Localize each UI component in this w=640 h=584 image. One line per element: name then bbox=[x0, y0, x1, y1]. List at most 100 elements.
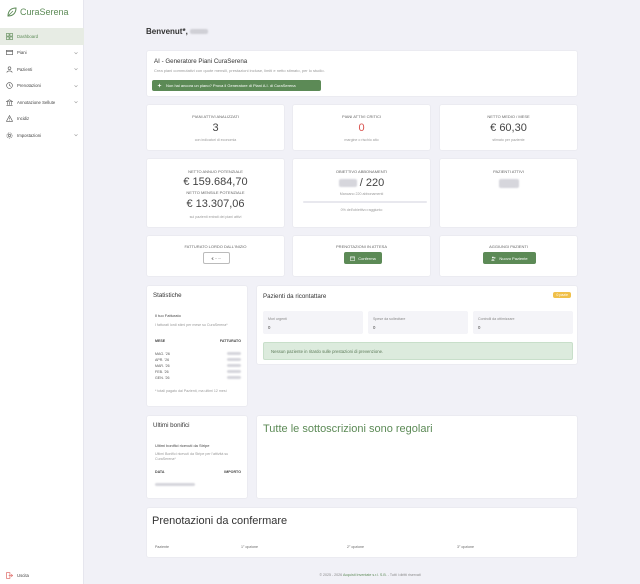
stat-obiettivo: OBIETTIVO ABBONAMENTI / 220 Mancano 220 … bbox=[292, 158, 431, 228]
sidebar-item-dashboard[interactable]: Dashboard bbox=[0, 28, 84, 45]
status-badge: 0 pazie bbox=[553, 292, 571, 298]
section-note: * totali pagato dai Pazienti, ma ultimi … bbox=[155, 389, 227, 393]
ai-button-label: Non hai ancora un piano? Prova il Genera… bbox=[166, 83, 296, 88]
metric-value: 0 bbox=[268, 325, 271, 330]
stat-value: € 159.684,70 bbox=[183, 176, 248, 188]
conferma-label: Conferma bbox=[358, 255, 376, 261]
stat-value: € 60,30 bbox=[490, 122, 527, 134]
footer-link[interactable]: Acquisti Inventate s.r.l. S.B. bbox=[343, 573, 387, 577]
row-month: APR. '26 bbox=[155, 358, 170, 362]
section-desc: I fatturati lordi stimi per mese su Cura… bbox=[155, 323, 228, 327]
sidebar-item-piani[interactable]: Piani bbox=[0, 45, 84, 62]
table-row: MAG. '26 bbox=[155, 352, 241, 356]
chevron-down-icon bbox=[74, 68, 78, 71]
card-icon bbox=[6, 49, 13, 56]
sidebar-item-pazienti[interactable]: Pazienti bbox=[0, 61, 84, 78]
stat-label: PAZIENTI ATTIVI bbox=[493, 169, 524, 174]
stat-value: 0 bbox=[358, 122, 365, 134]
stat-sub: sui pazienti entrati dei piani attivi bbox=[189, 215, 242, 219]
row-month: FEB. '26 bbox=[155, 370, 169, 374]
ai-generator-button[interactable]: Non hai ancora un piano? Prova il Genera… bbox=[152, 80, 321, 91]
ricontattare-card: Pazienti da ricontattare 0 pazie Mori ur… bbox=[256, 285, 578, 365]
sidebar-item-label: Prenotazioni bbox=[17, 83, 41, 89]
user-name-redacted bbox=[189, 29, 208, 34]
stat-label: OBIETTIVO ABBONAMENTI bbox=[335, 169, 388, 174]
logout-button[interactable]: Uscita bbox=[6, 572, 29, 579]
sidebar-item-label: Incidiz bbox=[17, 116, 30, 122]
metric-box: Spese da sollecitare 0 bbox=[368, 311, 468, 334]
section-subtitle: Ultimi bonifici ricevuti da Stripe bbox=[155, 443, 210, 448]
stat-label: PIANI ATTIVI ANALIZZATI bbox=[192, 114, 239, 119]
col-data: DATA bbox=[155, 470, 165, 474]
progress-bar bbox=[303, 201, 427, 203]
stat-netto-medio: NETTO MEDIO / MESE € 60,30 stimato per p… bbox=[439, 104, 578, 151]
sidebar-item-prenotazioni[interactable]: Prenotazioni bbox=[0, 78, 84, 95]
stat-label-secondary: NETTO MENSILE POTENZIALE bbox=[186, 190, 245, 195]
section-title: Statistiche bbox=[153, 292, 182, 299]
stat-label: PIANI ATTIVI CRITICI bbox=[341, 114, 382, 119]
prenotazioni-card: Prenotazioni da confermare Paziente 1° o… bbox=[146, 507, 578, 558]
sidebar-item-label: Dashboard bbox=[17, 33, 39, 39]
stat-label: NETTO MEDIO / MESE bbox=[487, 114, 530, 119]
redacted-row bbox=[155, 482, 195, 488]
row-month: MAG. '26 bbox=[155, 352, 170, 356]
section-title: Tutte le sottoscrizioni sono regolari bbox=[263, 423, 433, 435]
user-icon bbox=[6, 66, 13, 73]
footer: © 2025 - 2026 Acquisti Inventate s.r.l. … bbox=[250, 573, 490, 577]
col-fatturato: FATTURATO bbox=[219, 339, 241, 343]
sidebar-nav: Dashboard Piani Pazienti Prenotazioni An… bbox=[0, 28, 84, 144]
conferma-button[interactable]: Conferma bbox=[344, 252, 382, 264]
stat-label: NETTO ANNUO POTENZIALE bbox=[188, 169, 243, 174]
leaf-icon bbox=[7, 7, 17, 17]
page-title: Benvenut*, bbox=[146, 27, 208, 36]
section-title: Prenotazioni da confermare bbox=[152, 515, 288, 527]
table-row: GEN. '26 bbox=[155, 376, 241, 380]
metric-label: Spese da sollecitare bbox=[373, 317, 406, 321]
statistiche-card: Statistiche Il tuo Fatturato I fatturati… bbox=[146, 285, 248, 407]
add-user-icon bbox=[491, 256, 497, 261]
stat-sub: Mancano 220 abbonamenti bbox=[339, 192, 384, 196]
welcome-text: Benvenut*, bbox=[146, 27, 188, 36]
redacted-value bbox=[227, 352, 241, 355]
redacted-value bbox=[338, 179, 357, 188]
metric-label: Controlli da ottimizzare bbox=[478, 317, 515, 321]
logout-icon bbox=[6, 572, 13, 579]
sidebar-item-label: Annotazione Sellute bbox=[17, 99, 56, 105]
table-header: DATA IMPORTO bbox=[155, 470, 241, 474]
redacted-value bbox=[499, 179, 519, 190]
sidebar: CuraSerena Dashboard Piani Pazienti Pren… bbox=[0, 0, 84, 584]
table-row: MAR. '26 bbox=[155, 364, 241, 368]
redacted-value bbox=[227, 376, 241, 379]
brand-name: CuraSerena bbox=[20, 7, 69, 17]
nuovo-paziente-button[interactable]: Nuovo Paziente bbox=[483, 252, 536, 264]
stat-value-secondary: € 13.307,06 bbox=[186, 198, 245, 210]
section-desc: Ultimi Bonifici ricevuti da Stripe per l… bbox=[155, 452, 229, 461]
stat-label: FATTURATO LORDO DALL'INIZIO bbox=[184, 244, 247, 249]
sottoscrizioni-card: Tutte le sottoscrizioni sono regolari bbox=[256, 415, 578, 499]
sidebar-item-incidiz[interactable]: Incidiz bbox=[0, 111, 84, 128]
sidebar-item-label: Piani bbox=[17, 50, 27, 56]
dashboard-icon bbox=[6, 32, 13, 40]
metric-box: Controlli da ottimizzare 0 bbox=[473, 311, 573, 334]
redacted-value bbox=[227, 364, 241, 367]
brand-logo[interactable]: CuraSerena bbox=[6, 6, 69, 18]
logout-label: Uscita bbox=[17, 573, 29, 578]
stat-pazienti-attivi: PAZIENTI ATTIVI bbox=[439, 158, 578, 228]
stat-sub: margine o rischio alto bbox=[344, 138, 379, 142]
footer-copyright: © 2025 - 2026 bbox=[319, 573, 343, 577]
stat-value-row: / 220 bbox=[293, 177, 430, 189]
ai-subtitle: Crea piani commutativi con quote mensili… bbox=[154, 68, 325, 73]
sidebar-item-label: Impostazioni bbox=[17, 132, 42, 138]
row-month: GEN. '26 bbox=[155, 376, 170, 380]
ai-title: AI - Generatore Piani CuraSerena bbox=[154, 58, 248, 65]
column-header: 3° opzione bbox=[457, 545, 475, 549]
nuovo-paziente-label: Nuovo Paziente bbox=[499, 255, 528, 261]
stat-label: AGGIUNGI PAZIENTI bbox=[489, 244, 528, 249]
stat-sub: stimato per paziente bbox=[492, 138, 525, 142]
sidebar-item-annotazione[interactable]: Annotazione Sellute bbox=[0, 94, 84, 111]
row-month: MAR. '26 bbox=[155, 364, 170, 368]
fatturato-button[interactable]: € ····· bbox=[203, 252, 230, 264]
sidebar-item-impostazioni[interactable]: Impostazioni bbox=[0, 127, 84, 144]
chevron-down-icon bbox=[74, 51, 78, 54]
stat-sub-secondary: 0% dell'obiettivo raggiunto bbox=[340, 208, 383, 212]
